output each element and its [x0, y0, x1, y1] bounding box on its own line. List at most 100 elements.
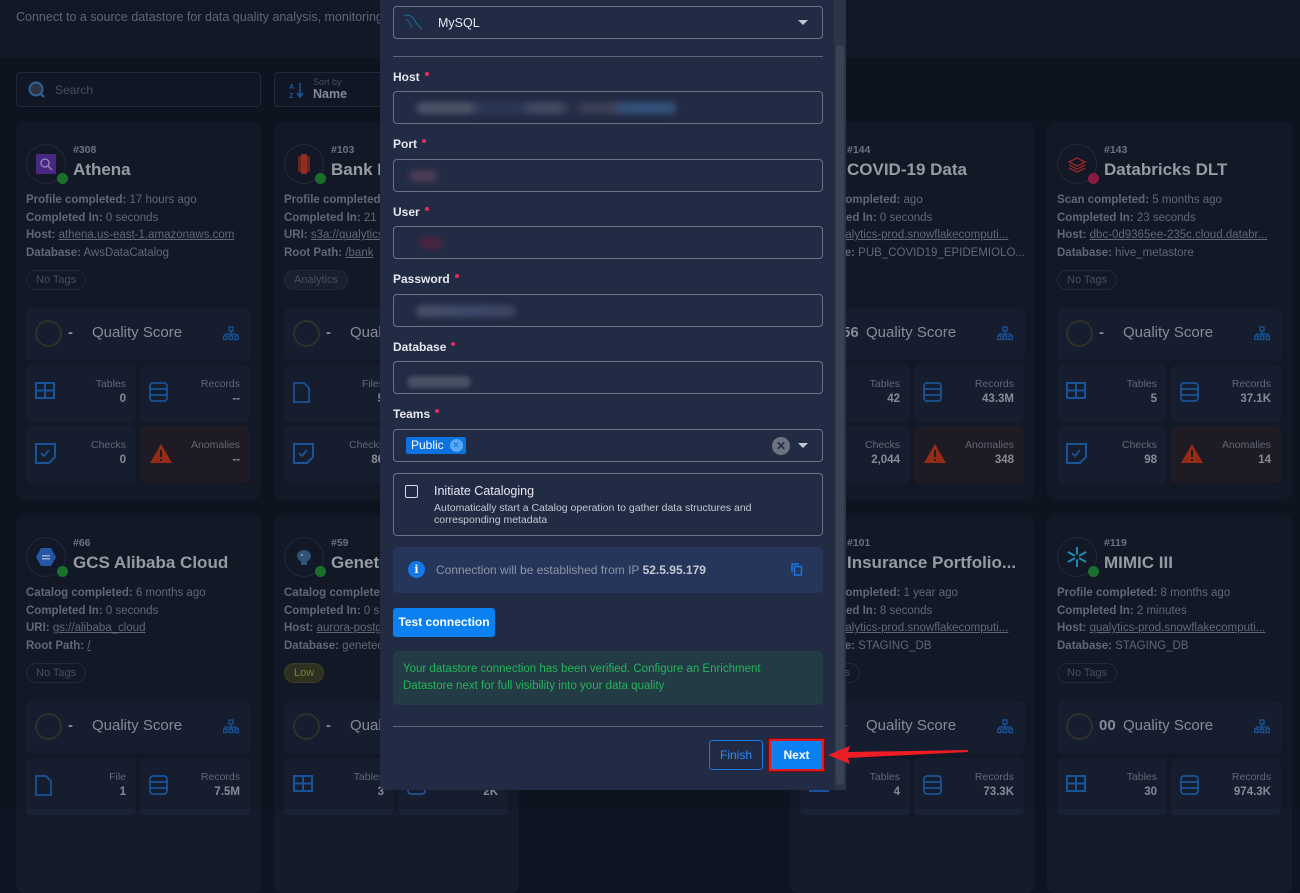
modal-scrollbar[interactable]: [834, 0, 846, 790]
datastore-name[interactable]: Athena: [73, 160, 131, 180]
hierarchy-icon[interactable]: [1253, 326, 1271, 341]
database-field[interactable]: [393, 361, 823, 394]
datastore-card[interactable]: #119 MIMIC III Profile completed: 8 months…: [1047, 515, 1292, 893]
meta-link[interactable]: qualytics-prod.snowflakecomputi...: [833, 622, 1009, 634]
meta-link[interactable]: /bank: [345, 247, 373, 259]
meta-value: hive_metastore: [1115, 246, 1194, 259]
stat-tables[interactable]: Tables 30: [1057, 758, 1167, 815]
meta-row: Catalog completed: 6 months ago: [26, 585, 256, 603]
meta-key: Host:: [26, 229, 56, 241]
verified-message: Your datastore connection has been verif…: [393, 651, 823, 705]
meta-row: Host: athena.us-east-1.amazonaws.com: [26, 227, 256, 245]
stat-file[interactable]: File 1: [26, 758, 136, 815]
score-ring: [293, 320, 320, 347]
chevron-down-icon[interactable]: [798, 443, 808, 448]
chevron-down-icon[interactable]: [798, 20, 808, 25]
meta-link[interactable]: s3a://qualytics: [311, 229, 384, 241]
connector-select[interactable]: MySQL: [393, 6, 823, 39]
datastore-name[interactable]: COVID-19 Data: [847, 160, 967, 180]
tag-badge[interactable]: Low: [284, 663, 325, 683]
clear-icon[interactable]: ✕: [772, 437, 790, 455]
stat-tables[interactable]: Tables 3: [284, 758, 394, 815]
meta-key: Database:: [26, 246, 81, 259]
meta-link[interactable]: qualytics-prod.snowflakecomputi...: [833, 229, 1009, 241]
datastore-name[interactable]: Databricks DLT: [1104, 160, 1227, 180]
hierarchy-icon[interactable]: [1253, 719, 1271, 734]
meta-link[interactable]: qualytics-prod.snowflakecomputi...: [1090, 622, 1266, 634]
hierarchy-icon[interactable]: [222, 719, 240, 734]
datastore-card[interactable]: #308 Athena Profile completed: 17 hours ag…: [16, 122, 261, 500]
datastore-logo: [284, 144, 326, 184]
meta-link[interactable]: /: [87, 640, 90, 652]
datastore-logo: [1057, 144, 1099, 184]
search-input[interactable]: Search: [16, 72, 261, 107]
initiate-cataloging-checkbox[interactable]: [405, 485, 418, 498]
hierarchy-icon[interactable]: [996, 326, 1014, 341]
records-icon: [923, 382, 942, 402]
meta-key: Host:: [1057, 622, 1087, 634]
tag-badge[interactable]: Analytics: [284, 270, 349, 290]
test-connection-button[interactable]: Test connection: [393, 608, 495, 637]
required-indicator: [451, 342, 456, 346]
stat-anomalies[interactable]: Anomalies 14: [1171, 426, 1281, 483]
tag-badge[interactable]: No Tags: [1057, 270, 1118, 290]
stat-value: 73.3K: [983, 786, 1014, 798]
scrollbar-thumb[interactable]: [836, 45, 844, 785]
stat-value: 30: [1144, 786, 1157, 798]
databricks-logo-icon: [1067, 157, 1087, 173]
stat-checks[interactable]: Checks 86: [284, 426, 394, 483]
teams-label: Teams: [393, 407, 440, 421]
stat-tables[interactable]: Tables 0: [26, 365, 136, 422]
meta-key: Root Path:: [284, 246, 343, 259]
port-field[interactable]: [393, 159, 823, 192]
datastore-name[interactable]: MIMIC III: [1104, 553, 1173, 573]
next-button[interactable]: Next: [768, 738, 825, 772]
stat-label: Records: [1231, 378, 1271, 390]
user-field[interactable]: [393, 226, 823, 259]
stat-records[interactable]: Records --: [140, 365, 250, 422]
meta-link[interactable]: athena.us-east-1.amazonaws.com: [59, 229, 235, 241]
stat-checks[interactable]: Checks 0: [26, 426, 136, 483]
stat-checks[interactable]: Checks 98: [1057, 426, 1167, 483]
meta-key: Completed In:: [1057, 604, 1134, 617]
remove-chip-icon[interactable]: ✕: [449, 439, 463, 452]
datastore-card[interactable]: #66 GCS Alibaba Cloud Catalog completed: 6…: [16, 515, 261, 893]
records-icon: [1180, 775, 1199, 795]
password-field[interactable]: [393, 294, 823, 327]
checks-icon: [1066, 443, 1087, 464]
meta-link[interactable]: dbc-0d9365ee-235c.cloud.databr...: [1090, 229, 1268, 241]
copy-icon[interactable]: [791, 563, 803, 576]
datastore-card[interactable]: #143 Databricks DLT Scan completed: 5 mont…: [1047, 122, 1292, 500]
finish-button[interactable]: Finish: [709, 740, 763, 770]
stat-tables[interactable]: Tables 5: [1057, 365, 1167, 422]
stat-records[interactable]: Records 73.3K: [914, 758, 1024, 815]
datastore-name[interactable]: Insurance Portfolio...: [847, 553, 1016, 573]
meta-value: PUB_COVID19_EPIDEMIOLO...: [858, 246, 1025, 259]
table-icon: [1066, 775, 1086, 792]
tag-badge[interactable]: No Tags: [26, 270, 87, 290]
teams-select[interactable]: Public ✕ ✕: [393, 429, 823, 462]
table-icon: [293, 775, 313, 792]
score-value: -: [1099, 324, 1104, 341]
hierarchy-icon[interactable]: [222, 326, 240, 341]
meta-link[interactable]: gs://alibaba_cloud: [53, 622, 146, 634]
sort-dropdown[interactable]: AZ Sort by Name: [274, 72, 394, 107]
datastore-name[interactable]: GCS Alibaba Cloud: [73, 553, 228, 573]
quality-score: - Quality Score: [26, 701, 251, 753]
stat-records[interactable]: Records 7.5M: [140, 758, 250, 815]
datastore-logo: [26, 537, 68, 577]
stat-anomalies[interactable]: Anomalies --: [140, 426, 250, 483]
meta-value: STAGING_DB: [858, 639, 932, 652]
hierarchy-icon[interactable]: [996, 719, 1014, 734]
stat-anomalies[interactable]: Anomalies 348: [914, 426, 1024, 483]
meta-key: Profile completed:: [26, 194, 127, 206]
stat-files[interactable]: Files5: [284, 365, 394, 422]
stat-label: Anomalies: [1221, 439, 1271, 451]
stat-records[interactable]: Records 37.1K: [1171, 365, 1281, 422]
tag-badge[interactable]: No Tags: [26, 663, 87, 683]
stat-records[interactable]: Records 974.3K: [1171, 758, 1281, 815]
host-field[interactable]: [393, 91, 823, 124]
sort-label: Sort by: [313, 76, 342, 87]
stat-records[interactable]: Records 43.3M: [914, 365, 1024, 422]
tag-badge[interactable]: No Tags: [1057, 663, 1118, 683]
